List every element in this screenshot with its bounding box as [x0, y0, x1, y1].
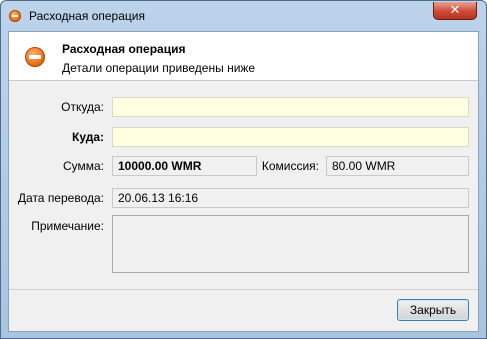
fee-label: Комиссия:	[261, 159, 319, 173]
dialog-header: Расходная операция Детали операции приве…	[9, 32, 478, 81]
to-field[interactable]	[112, 127, 469, 147]
footer-divider	[9, 289, 478, 290]
note-label: Примечание:	[31, 219, 104, 233]
from-field[interactable]	[112, 97, 469, 117]
to-label: Куда:	[72, 130, 104, 144]
dialog-content: Расходная операция Детали операции приве…	[8, 31, 479, 332]
fee-field: 80.00 WMR	[326, 156, 469, 176]
date-field: 20.06.13 16:16	[112, 188, 469, 208]
close-icon: ✕	[449, 3, 461, 18]
close-button[interactable]: Закрыть	[397, 299, 469, 321]
amount-field: 10000.00 WMR	[112, 156, 257, 176]
header-subtitle: Детали операции приведены ниже	[62, 61, 256, 75]
date-label: Дата перевода:	[17, 191, 104, 205]
from-label: Откуда:	[61, 100, 104, 114]
window-close-button[interactable]: ✕	[433, 2, 477, 20]
minus-circle-icon	[9, 10, 21, 22]
window-title: Расходная операция	[29, 9, 145, 23]
note-field[interactable]	[112, 215, 469, 273]
amount-label: Сумма:	[62, 159, 104, 173]
header-title: Расходная операция	[62, 42, 186, 56]
title-bar[interactable]: Расходная операция ✕	[1, 1, 486, 31]
minus-circle-icon	[25, 47, 45, 67]
dialog-window: Расходная операция ✕ Расходная операция …	[0, 0, 487, 339]
